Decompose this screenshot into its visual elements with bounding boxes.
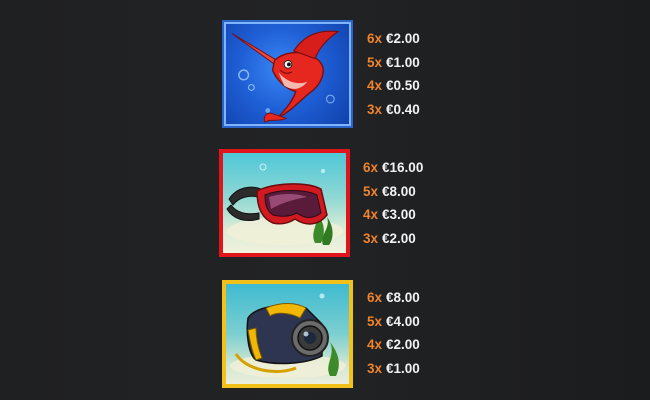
payout-amount: €0.50 — [386, 78, 420, 93]
multiplier: 3x — [367, 101, 383, 117]
diving-goggles-icon — [226, 163, 343, 245]
swordfish-symbol — [222, 20, 353, 128]
goggles-paytable: 6x €16.00 5x €8.00 4x €3.00 3x €2.00 — [363, 156, 423, 250]
payout-amount: €2.00 — [386, 31, 420, 46]
camera-paytable: 6x €8.00 5x €4.00 4x €2.00 3x €1.00 — [367, 286, 420, 380]
multiplier: 4x — [363, 207, 379, 222]
payout-amount: €8.00 — [382, 183, 416, 199]
swordfish-paytable: 6x €2.00 5x €1.00 4x €0.50 3x €0.40 — [367, 27, 420, 121]
multiplier: 6x — [367, 290, 383, 305]
multiplier: 5x — [363, 183, 379, 199]
payout-line: 5x €4.00 — [367, 310, 420, 334]
multiplier: 5x — [367, 313, 383, 329]
payout-line: 6x €16.00 — [363, 156, 423, 180]
payout-amount: €2.00 — [382, 230, 416, 246]
payout-line: 3x €0.40 — [367, 98, 420, 122]
payout-amount: €8.00 — [386, 290, 420, 305]
multiplier: 3x — [363, 230, 379, 246]
payout-line: 4x €3.00 — [363, 203, 423, 227]
swordfish-icon — [231, 30, 340, 123]
payout-line: 4x €0.50 — [367, 74, 420, 98]
payout-line: 5x €1.00 — [367, 51, 420, 75]
camera-symbol — [222, 280, 353, 388]
multiplier: 6x — [367, 31, 383, 46]
goggles-symbol — [219, 149, 350, 257]
payout-line: 6x €2.00 — [367, 27, 420, 51]
payout-amount: €4.00 — [386, 313, 420, 329]
multiplier: 5x — [367, 54, 383, 70]
multiplier: 4x — [367, 337, 383, 352]
payout-amount: €0.40 — [386, 101, 420, 117]
payout-line: 5x €8.00 — [363, 180, 423, 204]
multiplier: 6x — [363, 160, 379, 175]
payout-amount: €2.00 — [386, 337, 420, 352]
multiplier: 3x — [367, 360, 383, 376]
payout-line: 6x €8.00 — [367, 286, 420, 310]
payout-amount: €3.00 — [382, 207, 416, 222]
payout-amount: €16.00 — [382, 160, 424, 175]
payout-amount: €1.00 — [386, 54, 420, 70]
payout-amount: €1.00 — [386, 360, 420, 376]
underwater-camera-icon — [230, 293, 346, 378]
payout-line: 3x €1.00 — [367, 357, 420, 381]
payout-line: 3x €2.00 — [363, 227, 423, 251]
payout-line: 4x €2.00 — [367, 333, 420, 357]
multiplier: 4x — [367, 78, 383, 93]
